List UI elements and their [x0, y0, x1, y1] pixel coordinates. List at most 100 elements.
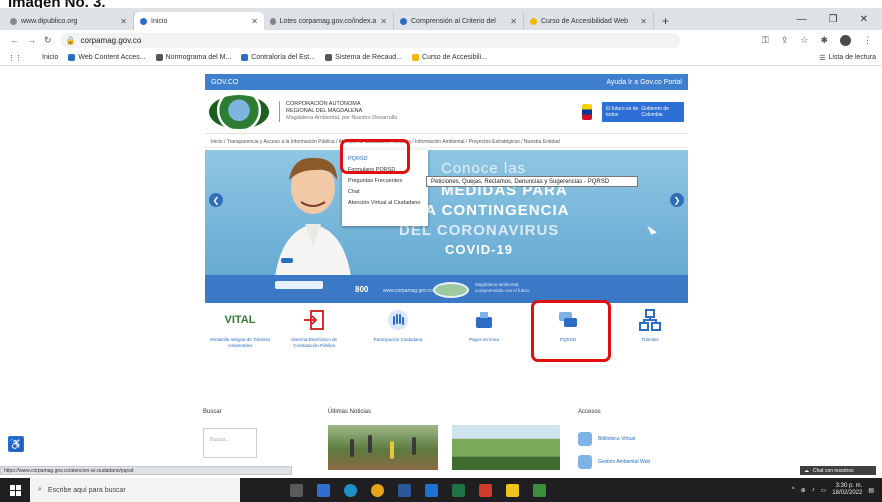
- corpamag-logo[interactable]: [209, 94, 269, 129]
- apps-icon[interactable]: ⋮⋮: [8, 54, 22, 62]
- corp-name-line: CORPORACIÓN AUTÓNOMA: [286, 101, 361, 107]
- main-navigation[interactable]: Inicio / Transparencia y Acceso a la Inf…: [205, 136, 688, 148]
- key-icon[interactable]: ⚿: [762, 35, 769, 46]
- edge-app-icon[interactable]: [344, 483, 357, 497]
- forward-icon[interactable]: →: [27, 35, 36, 45]
- extensions-icon[interactable]: ✱: [820, 35, 828, 46]
- star-icon[interactable]: ☆: [800, 35, 808, 46]
- service-label: Pagos en línea: [468, 337, 500, 342]
- reload-icon[interactable]: ↻: [44, 35, 52, 46]
- service-tramites[interactable]: Trámites: [617, 305, 683, 343]
- bookmark-item[interactable]: Contraloría del Est...: [241, 54, 315, 61]
- profile-avatar[interactable]: [840, 34, 851, 46]
- address-bar[interactable]: 🔒 corpamag.gov.co: [59, 32, 680, 48]
- service-pagos[interactable]: Pagos en línea: [451, 305, 517, 343]
- menu-icon[interactable]: ⋮: [863, 35, 872, 46]
- pqrsd-tooltip: Peticiones, Quejas, Reclamos, Denuncias …: [426, 176, 638, 187]
- close-tab-icon[interactable]: ✕: [640, 17, 647, 26]
- news-photo-2[interactable]: [452, 425, 560, 470]
- access-label: Gestión Ambiental Web: [598, 459, 651, 465]
- service-participacion[interactable]: Participación Ciudadana: [365, 305, 431, 343]
- pdf-app-icon[interactable]: [479, 483, 492, 497]
- browser-tab[interactable]: www.dipublico.org ✕: [4, 12, 134, 30]
- access-item-2[interactable]: Gestión Ambiental Web: [578, 455, 658, 469]
- network-status-icon[interactable]: ⊕: [801, 487, 806, 494]
- dropdown-item-chat[interactable]: Chat: [342, 186, 428, 197]
- browser-tab[interactable]: Comprensión al Criterio del ✕: [394, 12, 524, 30]
- news-photo-1[interactable]: [328, 425, 438, 470]
- access-item-1[interactable]: Biblioteca Virtual: [578, 432, 658, 446]
- teams-app-icon[interactable]: [533, 483, 546, 497]
- ie-app-icon[interactable]: [425, 483, 438, 497]
- start-button[interactable]: [0, 478, 30, 502]
- browser-tab[interactable]: Curso de Accesibilidad Web ✕: [524, 12, 654, 30]
- task-view-icon[interactable]: [290, 483, 303, 497]
- minimize-icon[interactable]: —: [797, 14, 807, 25]
- url-text: corpamag.gov.co: [80, 35, 142, 45]
- dropdown-item-virtual[interactable]: Atención Virtual al Ciudadano: [342, 197, 428, 208]
- taskbar-apps: [290, 483, 546, 497]
- close-tab-icon[interactable]: ✕: [380, 17, 387, 26]
- bookmark-icon: [68, 54, 76, 61]
- word-app-icon[interactable]: [398, 483, 411, 497]
- bookmark-item[interactable]: Normograma del M...: [155, 54, 231, 61]
- browser-tab-active[interactable]: Inicio ✕: [134, 12, 264, 30]
- gov-co-logo[interactable]: GOV.CO: [211, 79, 238, 86]
- bookmark-item[interactable]: Inicio: [32, 54, 58, 61]
- mail-app-icon[interactable]: [317, 483, 330, 497]
- folder-app-icon[interactable]: [506, 483, 519, 497]
- reading-list-label: Lista de lectura: [828, 54, 876, 61]
- share-icon[interactable]: ⇪: [781, 35, 789, 46]
- site-search-input[interactable]: Buscar...: [203, 428, 257, 458]
- vital-logo-icon: VITAL: [224, 314, 256, 326]
- screenshot-root: { "caption": "Imagen No. 3.", "browser":…: [0, 0, 882, 502]
- taskbar-search[interactable]: ⌕ Escribe aquí para buscar: [30, 478, 240, 502]
- clock[interactable]: 3:30 p. m. 18/02/2022: [832, 483, 862, 497]
- tab-label: Comprensión al Criterio del: [411, 17, 496, 25]
- chrome-app-icon[interactable]: [371, 483, 384, 497]
- colombia-shield-icon: [582, 103, 592, 120]
- battery-icon[interactable]: ▭: [821, 487, 827, 494]
- bookmark-item[interactable]: Sistema de Recaud...: [325, 54, 402, 61]
- volume-icon[interactable]: ♪: [812, 487, 815, 493]
- close-window-icon[interactable]: ✕: [860, 14, 868, 25]
- favicon: [10, 17, 17, 25]
- lock-icon: 🔒: [65, 35, 76, 45]
- service-label: Sistema Electrónico de Contratación Públ…: [290, 337, 338, 348]
- clock-time: 3:30 p. m.: [835, 483, 863, 489]
- bookmark-label: Web Content Acces...: [78, 54, 146, 61]
- accessibility-icon[interactable]: ♿: [8, 436, 24, 452]
- tab-label: Lotes corpamag.gov.co/index.a: [279, 17, 377, 25]
- tab-label: www.dipublico.org: [21, 17, 78, 25]
- gov-co-links[interactable]: Ayuda Ir a Gov.co Portal: [606, 79, 682, 86]
- tab-label: Inicio: [151, 17, 168, 25]
- system-tray: ^ ⊕ ♪ ▭ 3:30 p. m. 18/02/2022 ▤: [792, 483, 882, 497]
- services-row: VITAL Ventanilla Integral de Trámites Am…: [205, 305, 688, 370]
- gov-co-bar: GOV.CO Ayuda Ir a Gov.co Portal: [205, 74, 688, 90]
- chat-widget-button[interactable]: ☁ Chat con nosotros: [800, 466, 876, 475]
- bookmark-item[interactable]: Curso de Accesibili...: [412, 54, 487, 61]
- service-secop[interactable]: Sistema Electrónico de Contratación Públ…: [281, 305, 347, 349]
- highlight-pqrsd-service: [531, 300, 611, 362]
- bookmarks-bar: ⋮⋮ Inicio Web Content Acces... Normogram…: [0, 50, 882, 66]
- banner-line-5: COVID-19: [445, 242, 513, 257]
- dropdown-item-faq[interactable]: Preguntas Frecuentes: [342, 175, 428, 186]
- gobierno-colombia-badge[interactable]: El futuro es de todos Gobierno de Colomb…: [602, 101, 684, 122]
- close-tab-icon[interactable]: ✕: [251, 17, 258, 26]
- chevron-up-icon[interactable]: ^: [792, 487, 795, 493]
- carousel-prev-button[interactable]: ❮: [209, 193, 223, 207]
- notifications-icon[interactable]: ▤: [868, 487, 874, 494]
- service-vital[interactable]: VITAL Ventanilla Integral de Trámites Am…: [207, 305, 273, 349]
- corp-name-line: REGIONAL DEL MAGDALENA: [286, 108, 363, 114]
- close-tab-icon[interactable]: ✕: [510, 17, 517, 26]
- bookmark-item[interactable]: Web Content Acces...: [68, 54, 146, 61]
- new-tab-button[interactable]: +: [654, 12, 677, 30]
- carousel-next-button[interactable]: ❯: [670, 193, 684, 207]
- excel-app-icon[interactable]: [452, 483, 465, 497]
- close-tab-icon[interactable]: ✕: [120, 17, 127, 26]
- maximize-icon[interactable]: ❐: [829, 14, 838, 25]
- payment-icon: [469, 305, 499, 335]
- reading-list-button[interactable]: ☰ Lista de lectura: [819, 54, 882, 62]
- back-icon[interactable]: ←: [10, 35, 19, 45]
- browser-tab[interactable]: Lotes corpamag.gov.co/index.a ✕: [264, 12, 394, 30]
